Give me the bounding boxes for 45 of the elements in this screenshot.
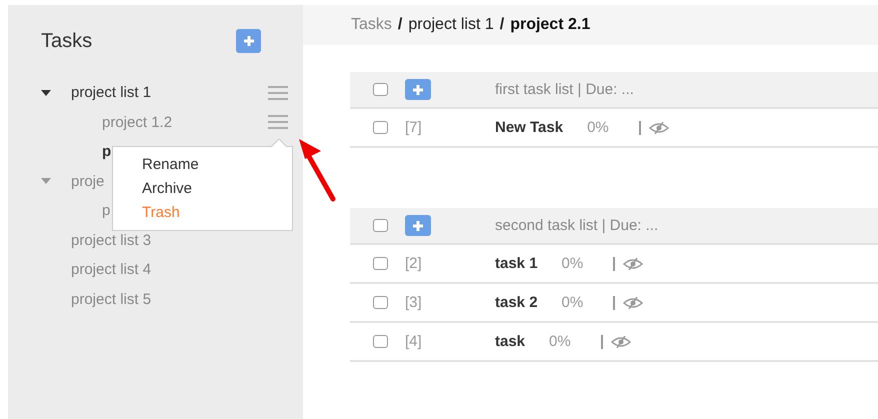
add-task-button[interactable] — [405, 79, 431, 100]
task-id: [7] — [405, 119, 423, 136]
menu-item[interactable]: Rename — [113, 153, 292, 177]
checkbox[interactable] — [373, 296, 388, 309]
task-row[interactable]: [3] task 2 0% — [350, 284, 878, 323]
hidden-eye-icon[interactable] — [623, 258, 644, 270]
task-id: [4] — [405, 333, 423, 350]
task-row[interactable]: [4] task 0% — [350, 323, 878, 362]
menu-icon[interactable] — [268, 86, 288, 100]
add-task-button[interactable] — [405, 215, 431, 236]
breadcrumb-link[interactable]: project list 1 — [408, 16, 494, 34]
hidden-eye-icon[interactable] — [648, 122, 669, 134]
hidden-eye-icon[interactable] — [623, 296, 644, 308]
progress-percent: 0% — [587, 119, 609, 136]
add-button[interactable] — [236, 29, 261, 53]
sidebar-title: Tasks — [41, 30, 92, 52]
breadcrumb-separator: / — [398, 16, 402, 34]
progress-percent: 0% — [549, 333, 571, 350]
caret-icon[interactable] — [41, 90, 51, 96]
task-row[interactable]: [2] task 1 0% — [350, 245, 878, 284]
checkbox[interactable] — [373, 121, 388, 134]
task-name: task — [495, 333, 526, 350]
plus-icon — [412, 84, 424, 96]
checkbox[interactable] — [373, 257, 388, 270]
task-name: task 1 — [495, 255, 538, 272]
menu-item[interactable]: Archive — [113, 177, 292, 201]
plus-icon — [412, 220, 424, 232]
task-id: [3] — [405, 294, 423, 311]
hidden-eye-icon[interactable] — [610, 336, 631, 348]
task-id: [2] — [405, 255, 423, 272]
breadcrumb-current: project 2.1 — [510, 16, 590, 34]
checkbox[interactable] — [373, 335, 388, 348]
menu-icon[interactable] — [268, 115, 288, 130]
progress-percent: 0% — [562, 255, 584, 272]
task-row[interactable]: [7] New Task 0% — [350, 109, 878, 148]
checkbox[interactable] — [373, 219, 388, 232]
task-name: task 2 — [495, 294, 538, 311]
task-list-title: first task list | Due: ... — [495, 81, 634, 98]
plus-icon — [242, 34, 256, 48]
task-name: New Task — [495, 119, 564, 136]
progress-percent: 0% — [562, 294, 584, 311]
tree-item[interactable]: project list 1 — [71, 84, 268, 102]
breadcrumb-separator: / — [500, 16, 504, 34]
task-list-title: second task list | Due: ... — [495, 217, 658, 234]
checkbox[interactable] — [373, 83, 388, 96]
